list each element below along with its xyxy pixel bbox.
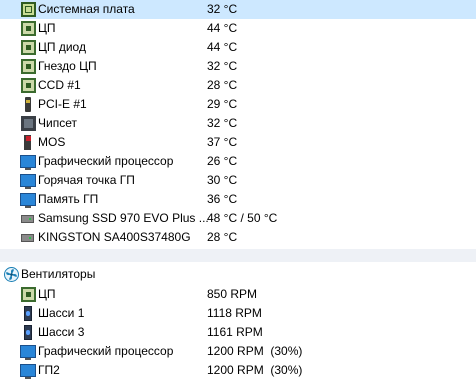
sensor-value: 44 °C <box>207 40 238 54</box>
sensor-value: 48 °C / 50 °C <box>207 211 278 225</box>
sensor-row-gpu-hotspot[interactable]: Горячая точка ГП 30 °C <box>0 171 476 190</box>
sensor-row-mos[interactable]: MOS 37 °C <box>0 133 476 152</box>
sensor-value: 1200 RPM (30%) <box>207 344 303 358</box>
sensor-label: KINGSTON SA400S37480G <box>38 230 191 244</box>
sensor-value: 32 °C <box>207 116 238 130</box>
sensor-value: 1118 RPM <box>207 306 262 320</box>
sensor-value: 1200 RPM (30%) <box>207 363 303 377</box>
sensor-row-cpu-diode[interactable]: ЦП диод 44 °C <box>0 38 476 57</box>
sensor-value: 30 °C <box>207 173 238 187</box>
sensor-label: Чипсет <box>38 116 77 130</box>
sensor-row-gpu[interactable]: Графический процессор 26 °C <box>0 152 476 171</box>
group-title: Вентиляторы <box>21 267 96 281</box>
sensor-value: 32 °C <box>207 59 238 73</box>
motherboard-icon <box>21 2 36 17</box>
case-fan-icon <box>24 306 32 321</box>
cpu-chip-icon <box>21 40 36 55</box>
sensor-value: 36 °C <box>207 192 238 206</box>
fan-icon <box>4 267 19 282</box>
sensor-value: 44 °C <box>207 21 238 35</box>
sensor-label: PCI-E #1 <box>38 97 87 111</box>
sensor-row-gpu-memory[interactable]: Память ГП 36 °C <box>0 190 476 209</box>
sensor-row-motherboard[interactable]: Системная плата 32 °C <box>0 0 476 19</box>
mos-icon <box>24 135 31 150</box>
sensor-row-kingston-ssd[interactable]: KINGSTON SA400S37480G 28 °C <box>0 228 476 247</box>
cpu-chip-icon <box>21 287 36 302</box>
chipset-icon <box>21 116 36 131</box>
sensor-value: 26 °C <box>207 154 238 168</box>
sensor-row-pcie1[interactable]: PCI-E #1 29 °C <box>0 95 476 114</box>
sensor-label: ЦП диод <box>38 40 86 54</box>
sensor-row-samsung-ssd[interactable]: Samsung SSD 970 EVO Plus ... 48 °C / 50 … <box>0 209 476 228</box>
cpu-chip-icon <box>21 59 36 74</box>
sensor-value: 32 °C <box>207 2 238 16</box>
fan-row-gpu2[interactable]: ГП2 1200 RPM (30%) <box>0 361 476 380</box>
sensor-value: 1161 RPM <box>207 325 263 339</box>
sensor-label: Шасси 1 <box>38 306 85 320</box>
sensor-label: Системная плата <box>38 2 135 16</box>
sensor-value: 28 °C <box>207 78 238 92</box>
sensor-value: 29 °C <box>207 97 238 111</box>
sensor-value: 850 RPM <box>207 287 258 301</box>
sensor-row-cpu-socket[interactable]: Гнездо ЦП 32 °C <box>0 57 476 76</box>
sensor-row-ccd1[interactable]: CCD #1 28 °C <box>0 76 476 95</box>
sensor-label: ЦП <box>38 21 56 35</box>
sensor-value: 28 °C <box>207 230 238 244</box>
monitor-icon <box>20 193 36 208</box>
fan-row-cpu[interactable]: ЦП 850 RPM <box>0 285 476 304</box>
monitor-icon <box>20 345 36 360</box>
sensor-label: Память ГП <box>38 192 99 206</box>
sensor-row-chipset[interactable]: Чипсет 32 °C <box>0 114 476 133</box>
disk-icon <box>21 234 34 242</box>
sensor-label: Гнездо ЦП <box>38 59 97 73</box>
monitor-icon <box>20 155 36 170</box>
cpu-chip-icon <box>21 78 36 93</box>
fan-row-chassis1[interactable]: Шасси 1 1118 RPM <box>0 304 476 323</box>
sensor-label: ЦП <box>38 287 56 301</box>
sensor-label: MOS <box>38 135 66 149</box>
section-separator <box>0 249 476 262</box>
fan-row-chassis3[interactable]: Шасси 3 1161 RPM <box>0 323 476 342</box>
monitor-icon <box>20 174 36 189</box>
monitor-icon <box>20 364 36 379</box>
fan-row-gpu[interactable]: Графический процессор 1200 RPM (30%) <box>0 342 476 361</box>
case-fan-icon <box>24 325 32 340</box>
sensor-label: ГП2 <box>38 363 60 377</box>
cpu-chip-icon <box>21 21 36 36</box>
sensor-label: Горячая точка ГП <box>38 173 135 187</box>
sensor-label: Графический процессор <box>38 154 174 168</box>
disk-icon <box>21 215 34 223</box>
sensor-value: 37 °C <box>207 135 238 149</box>
sensor-label: Графический процессор <box>38 344 174 358</box>
pcie-slot-icon <box>25 97 31 112</box>
sensor-label: CCD #1 <box>38 78 81 92</box>
group-header-fans[interactable]: Вентиляторы <box>0 265 476 284</box>
sensor-row-cpu[interactable]: ЦП 44 °C <box>0 19 476 38</box>
sensor-label: Samsung SSD 970 EVO Plus ... <box>38 211 209 225</box>
sensor-label: Шасси 3 <box>38 325 85 339</box>
